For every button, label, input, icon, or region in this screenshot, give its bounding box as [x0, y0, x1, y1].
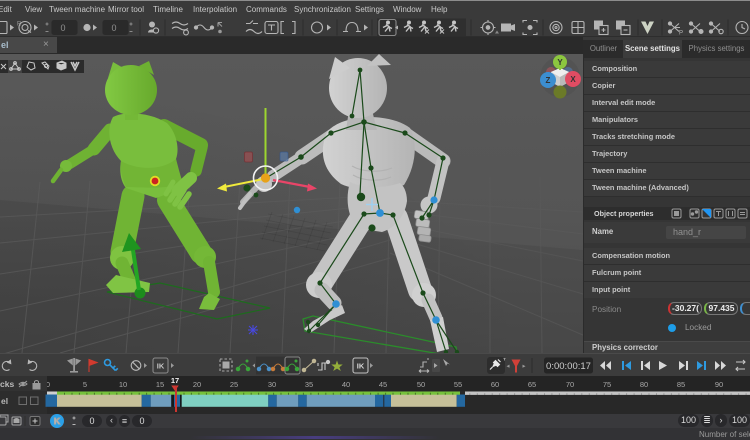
svg-text:X: X: [570, 75, 576, 84]
svg-text:0: 0: [60, 23, 65, 33]
svg-text:R: R: [17, 22, 22, 28]
svg-text:Z: Z: [546, 76, 551, 85]
svg-text:IK: IK: [357, 362, 365, 371]
svg-text:0:00:00:17: 0:00:00:17: [546, 361, 591, 372]
svg-text:0: 0: [111, 23, 116, 33]
svg-text:el: el: [1, 396, 8, 406]
svg-text:K: K: [54, 416, 61, 426]
svg-text:Y: Y: [557, 58, 563, 67]
svg-text:P: P: [679, 31, 683, 37]
svg-text:IK: IK: [157, 362, 165, 371]
